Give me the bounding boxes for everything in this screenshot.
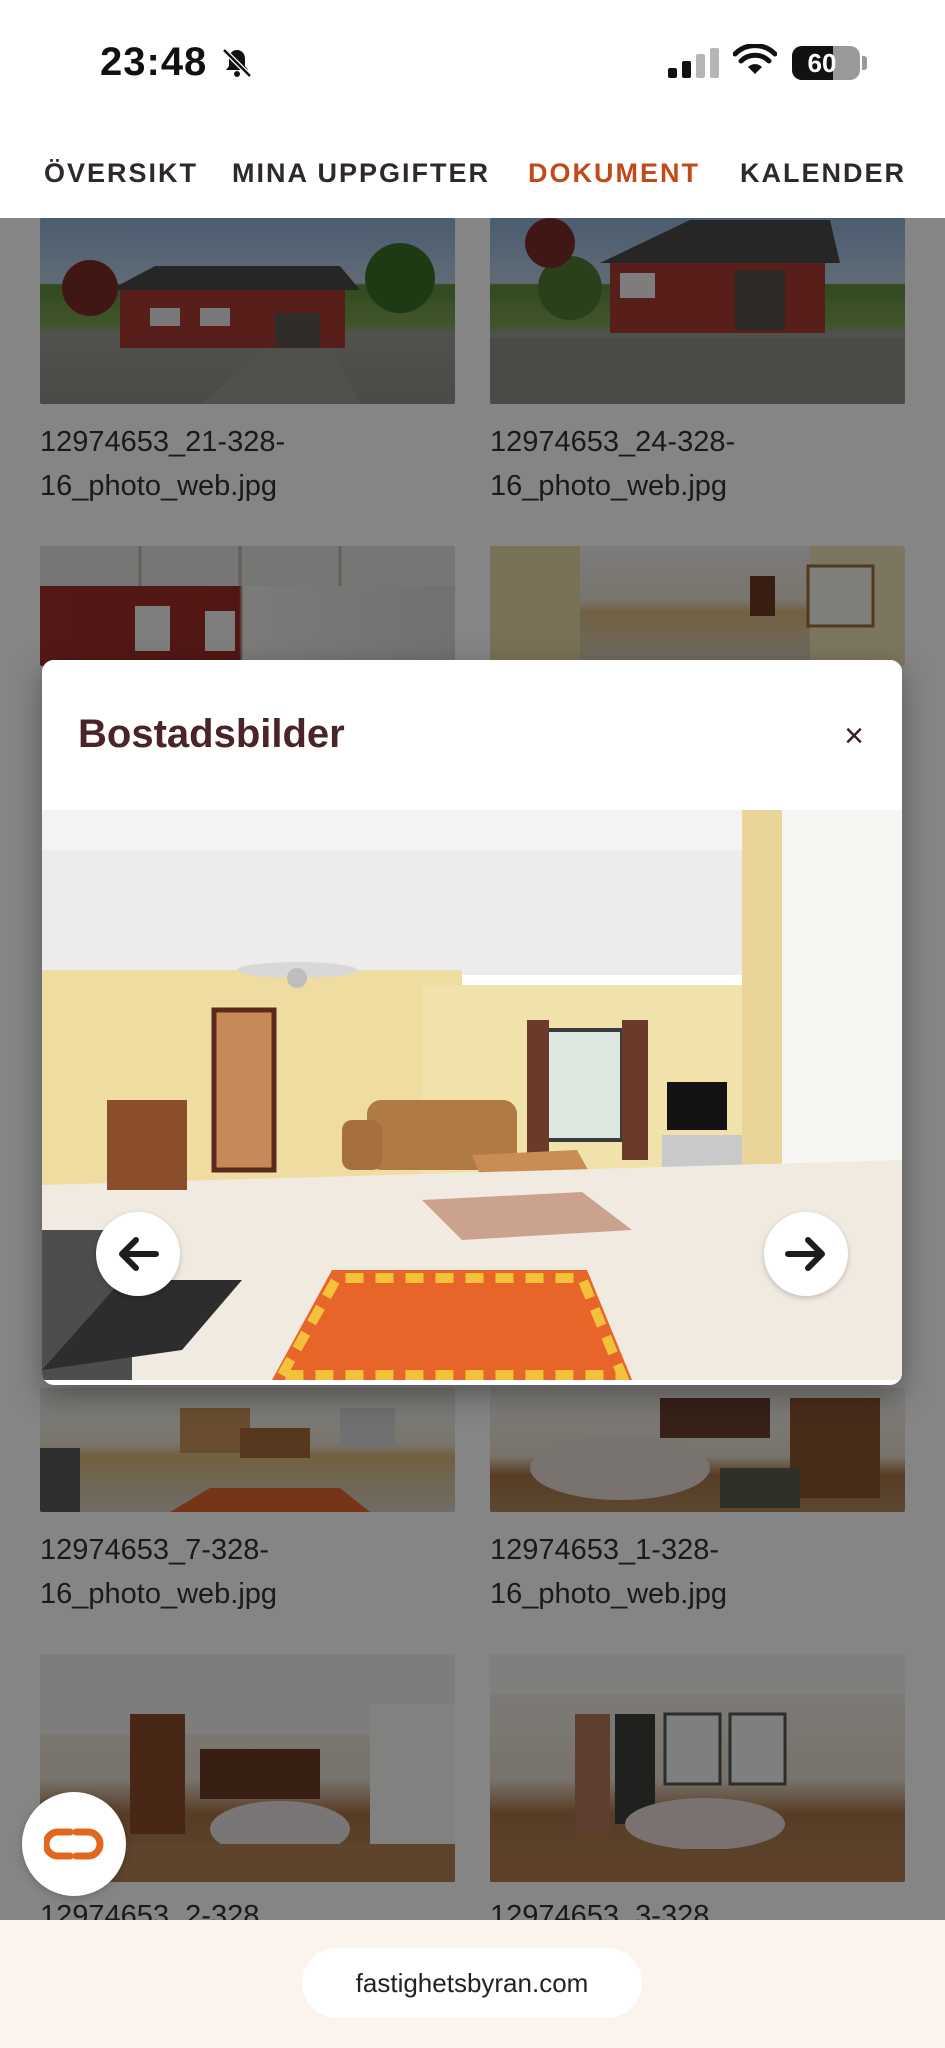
- tab-dokument[interactable]: DOKUMENT: [528, 158, 700, 189]
- chat-button[interactable]: [22, 1792, 126, 1896]
- modal-image: [42, 810, 902, 1380]
- url-bar[interactable]: fastighetsbyran.com: [302, 1948, 642, 2018]
- chat-link-icon: [44, 1828, 104, 1860]
- top-navigation: ÖVERSIKT MINA UPPGIFTER DOKUMENT KALENDE…: [0, 130, 945, 218]
- arrow-left-icon: [119, 1237, 159, 1271]
- previous-image-button[interactable]: [96, 1212, 180, 1296]
- battery-level: 60: [807, 48, 837, 78]
- tab-mina-uppgifter[interactable]: MINA UPPGIFTER: [232, 158, 490, 189]
- status-time: 23:48: [100, 40, 208, 84]
- modal-title: Bostadsbilder: [78, 712, 345, 756]
- browser-bottom-bar: fastighetsbyran.com: [0, 1920, 945, 2048]
- living-room-photo: [42, 810, 902, 1380]
- arrow-right-icon: [785, 1237, 825, 1271]
- tab-oversikt[interactable]: ÖVERSIKT: [44, 158, 198, 189]
- battery-indicator: 60: [792, 46, 860, 80]
- image-viewer-modal: Bostadsbilder ×: [42, 660, 902, 1385]
- status-bar: 23:48 60: [0, 0, 945, 130]
- modal-header: Bostadsbilder ×: [42, 660, 902, 808]
- bell-slash-icon: [222, 48, 252, 78]
- signal-icon: [668, 48, 719, 78]
- next-image-button[interactable]: [764, 1212, 848, 1296]
- tab-kalender[interactable]: KALENDER: [740, 158, 906, 189]
- wifi-icon: [733, 44, 777, 74]
- close-button[interactable]: ×: [832, 714, 876, 758]
